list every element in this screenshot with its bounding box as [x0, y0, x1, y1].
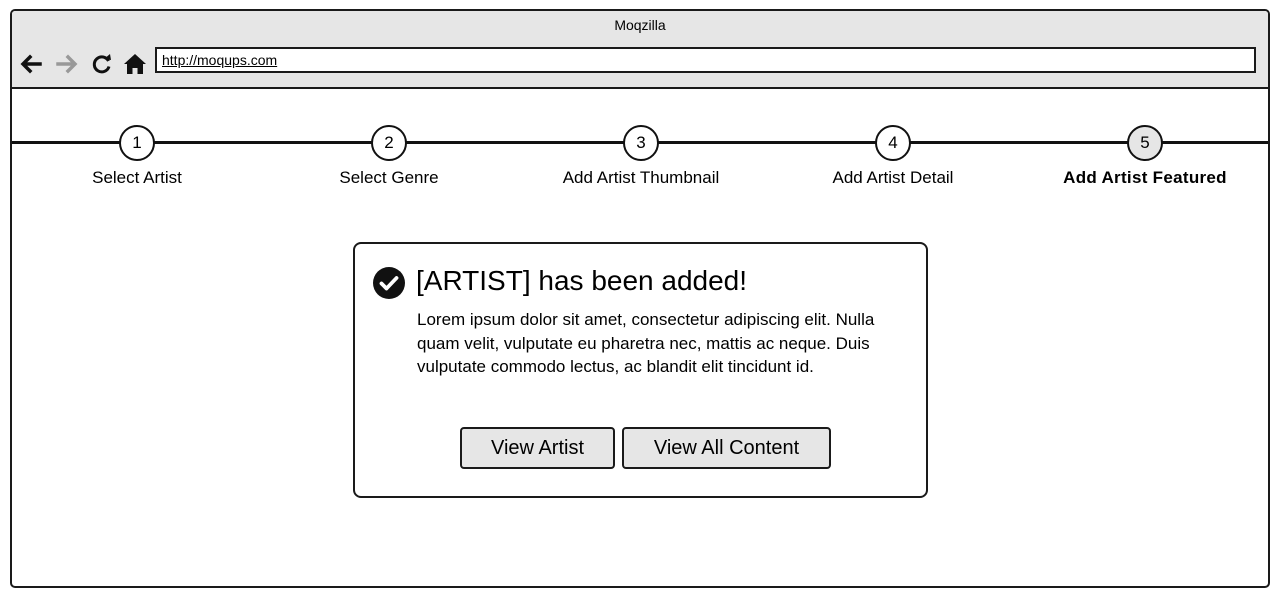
check-circle-icon	[373, 267, 405, 299]
step-number: 2	[371, 125, 407, 161]
view-all-content-button[interactable]: View All Content	[622, 427, 831, 469]
view-artist-button[interactable]: View Artist	[460, 427, 615, 469]
step-select-artist[interactable]: 1 Select Artist	[12, 125, 262, 188]
step-add-artist-detail[interactable]: 4 Add Artist Detail	[768, 125, 1018, 188]
browser-chrome: Moqzilla http://moqups.com	[12, 11, 1268, 89]
url-text[interactable]: http://moqups.com	[162, 52, 277, 68]
step-add-artist-thumbnail[interactable]: 3 Add Artist Thumbnail	[516, 125, 766, 188]
step-number: 3	[623, 125, 659, 161]
refresh-button[interactable]	[89, 51, 115, 77]
home-button[interactable]	[122, 51, 148, 77]
step-add-artist-featured[interactable]: 5 Add Artist Featured	[1020, 125, 1268, 188]
step-label: Select Artist	[92, 168, 182, 187]
success-dialog: [ARTIST] has been added! Lorem ipsum dol…	[353, 242, 928, 498]
url-bar[interactable]: http://moqups.com	[155, 47, 1256, 73]
dialog-message: Lorem ipsum dolor sit amet, consectetur …	[417, 310, 875, 376]
step-number: 4	[875, 125, 911, 161]
step-label: Add Artist Featured	[1063, 168, 1227, 187]
step-number: 1	[119, 125, 155, 161]
forward-arrow-icon	[56, 54, 78, 74]
refresh-icon	[92, 54, 111, 74]
dialog-title: [ARTIST] has been added!	[416, 265, 748, 296]
forward-button[interactable]	[54, 51, 80, 77]
step-number: 5	[1127, 125, 1163, 161]
step-select-genre[interactable]: 2 Select Genre	[264, 125, 514, 188]
step-label: Select Genre	[339, 168, 439, 187]
back-button[interactable]	[18, 51, 44, 77]
step-label: Add Artist Thumbnail	[562, 168, 720, 187]
back-arrow-icon	[20, 54, 42, 74]
window-title: Moqzilla	[614, 17, 666, 33]
step-label: Add Artist Detail	[832, 168, 954, 187]
browser-window: Moqzilla http://moqups.com 1 Select Arti…	[10, 9, 1270, 588]
home-icon	[124, 54, 146, 74]
